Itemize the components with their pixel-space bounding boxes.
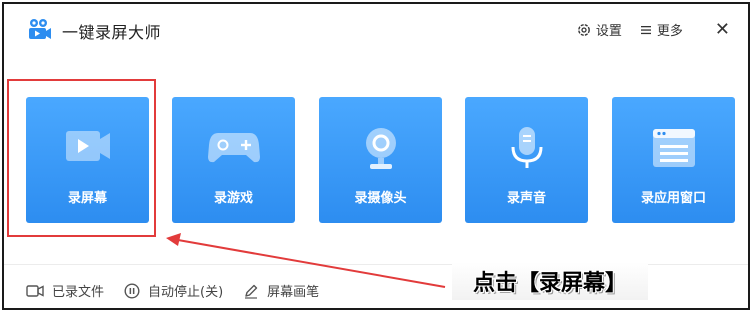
record-app-window-tile[interactable]: 录应用窗口 [612, 97, 735, 223]
gamepad-icon [207, 133, 260, 163]
record-app-window-label: 录应用窗口 [640, 191, 706, 206]
app-logo-icon [29, 19, 51, 39]
record-webcam-tile[interactable]: 录摄像头 [319, 97, 442, 223]
more-button[interactable]: 更多 [640, 20, 683, 39]
screen-pen-label: 屏幕画笔 [267, 285, 320, 300]
highlight-box [7, 79, 156, 237]
record-webcam-label: 录摄像头 [354, 191, 407, 206]
footer-toolbar: 已录文件 自动停止(关) 屏幕画笔 [26, 281, 319, 300]
auto-stop-label: 自动停止(关) [148, 285, 224, 300]
microphone-icon [511, 127, 542, 168]
pen-icon [245, 284, 258, 299]
close-button[interactable]: ✕ [715, 20, 730, 38]
more-label: 更多 [656, 24, 683, 39]
annotation-callout: 点击【录屏幕】 [452, 262, 648, 300]
auto-stop-button[interactable]: 自动停止(关) [124, 281, 223, 300]
webcam-icon [365, 128, 396, 169]
recorded-files-label: 已录文件 [52, 285, 105, 300]
settings-label: 设置 [595, 24, 622, 39]
record-audio-tile[interactable]: 录声音 [465, 97, 588, 223]
recorded-files-button[interactable]: 已录文件 [26, 281, 104, 300]
menu-icon [640, 25, 651, 34]
screen-pen-button[interactable]: 屏幕画笔 [243, 281, 319, 300]
video-file-icon [26, 284, 44, 297]
gear-icon [577, 23, 590, 36]
app-window-icon [652, 129, 695, 167]
app-title: 一键录屏大师 [62, 23, 162, 42]
record-game-tile[interactable]: 录游戏 [172, 97, 295, 223]
title-bar: 一键录屏大师 设置 更多 ✕ [4, 4, 748, 56]
record-audio-label: 录声音 [506, 191, 546, 206]
record-game-label: 录游戏 [213, 191, 253, 206]
pause-circle-icon [124, 282, 140, 299]
settings-button[interactable]: 设置 [577, 20, 622, 39]
